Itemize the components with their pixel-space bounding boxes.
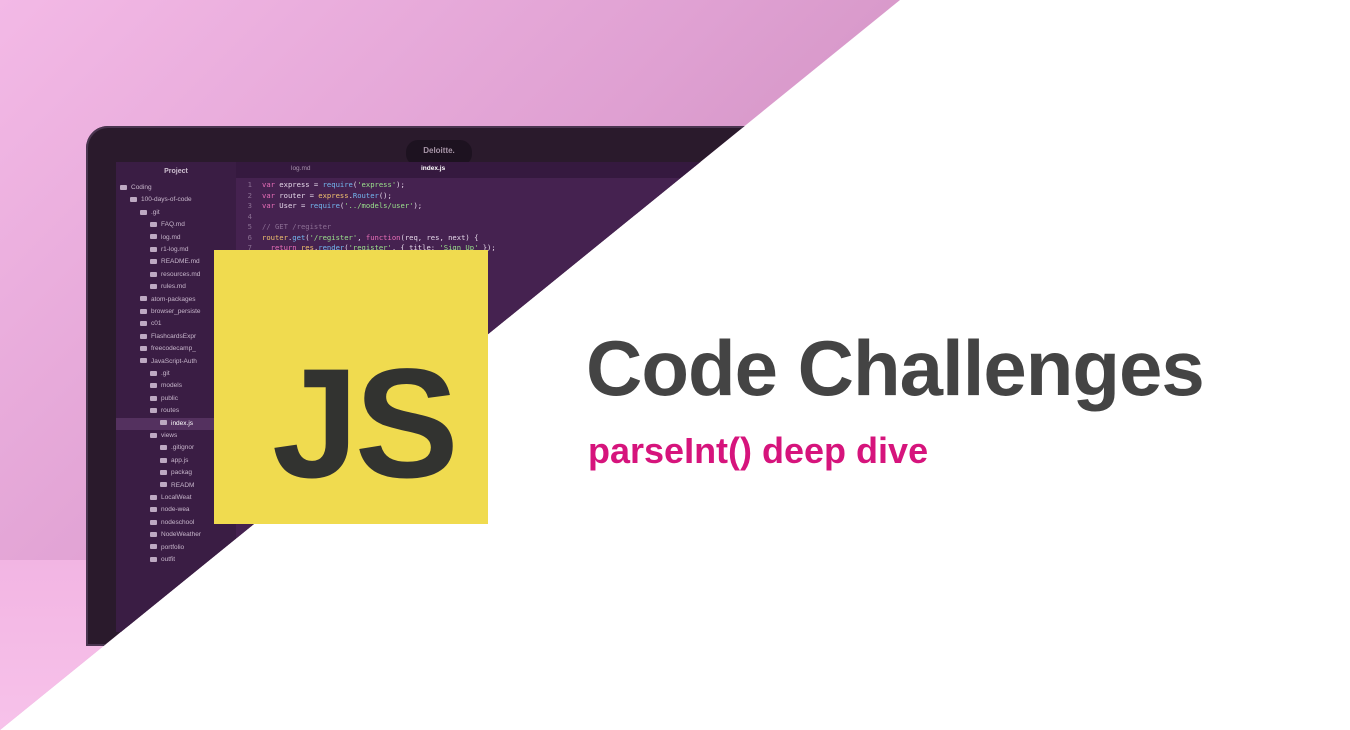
page-subtitle: parseInt() deep dive: [588, 430, 929, 471]
page-title: Code Challenges: [586, 324, 1205, 412]
tree-item-label: log.md: [161, 233, 181, 241]
tree-item: portfolio: [116, 542, 236, 554]
tree-item-label: freecodecamp_: [151, 345, 196, 353]
folder-icon: [150, 407, 157, 413]
tree-item-label: browser_persiste: [151, 308, 201, 315]
code-line: 2 var router = express.Router();: [236, 191, 392, 202]
folder-icon: [130, 197, 137, 203]
code-line: 4: [236, 212, 262, 223]
banner: Deloitte. Project Coding 100-days-of-code…: [0, 0, 1350, 730]
tree-item-label: app.js: [171, 456, 189, 464]
folder-icon: [150, 494, 157, 500]
file-icon: [160, 457, 167, 463]
folder-icon: [150, 507, 157, 513]
file-icon: [150, 271, 157, 277]
tree-item-label: outfit: [161, 556, 176, 563]
tree-item: 100-days-of-code: [116, 194, 236, 206]
code-text: // GET /register: [262, 222, 332, 231]
tree-item: NodeWeather: [116, 529, 236, 541]
tree-item-label: README.md: [161, 258, 200, 266]
folder-icon: [140, 358, 147, 364]
code-line: 1 var express = require('express');: [236, 180, 405, 191]
line-number: 6: [247, 232, 252, 242]
tab-index-js: index.js: [421, 165, 446, 172]
code-text: router.get('/register', function(req, re…: [262, 232, 479, 242]
tree-item-label: FAQ.md: [161, 221, 185, 229]
file-icon: [150, 234, 157, 240]
folder-icon: [150, 370, 157, 376]
file-icon: [160, 482, 167, 488]
file-icon: [160, 469, 167, 475]
code-text: var User = require('../models/user');: [262, 201, 423, 210]
sidebar-title: Project: [164, 168, 188, 175]
tab-log-md: log.md: [291, 165, 311, 172]
tree-item-label: 100-days-of-code: [141, 196, 192, 204]
tree-item-label: LocalWeat: [161, 494, 192, 501]
folder-icon: [150, 383, 157, 389]
folder-icon: [140, 333, 147, 339]
file-icon: [160, 445, 167, 451]
line-number: 4: [247, 211, 252, 221]
tree-item-label: Coding: [131, 184, 152, 191]
tree-item-label: atom-packages: [151, 295, 196, 303]
folder-icon: [120, 184, 127, 190]
tree-item-label: READM: [171, 481, 195, 489]
folder-icon: [150, 544, 157, 550]
tree-item-label: routes: [161, 407, 180, 415]
code-line: 5 // GET /register: [236, 222, 332, 233]
folder-icon: [150, 531, 157, 537]
tree-item-label: JavaScript-Auth: [151, 357, 197, 365]
tree-item-label: nodeschool: [161, 518, 195, 526]
file-icon: [150, 246, 157, 252]
folder-icon: [150, 432, 157, 438]
laptop-brand: Deloitte.: [423, 146, 455, 155]
tree-item-label: resources.md: [161, 270, 201, 278]
tree-item-label: .git: [161, 370, 170, 377]
line-number: 1: [247, 180, 252, 189]
tree-item-label: public: [161, 394, 178, 402]
line-number: 5: [247, 222, 252, 231]
file-icon: [160, 420, 167, 426]
tree-item: outfit: [116, 554, 236, 566]
tree-item-label: FlashcardsExpr: [151, 332, 197, 340]
code-line: 3 var User = require('../models/user');: [236, 201, 422, 212]
file-icon: [150, 259, 157, 265]
file-icon: [150, 221, 157, 227]
js-logo-text: JS: [272, 337, 459, 511]
folder-icon: [140, 321, 147, 327]
tree-item-label: r1-log.md: [161, 246, 189, 253]
folder-icon: [140, 345, 147, 351]
tree-item-label: .gitignor: [171, 444, 195, 452]
folder-icon: [150, 395, 157, 401]
code-line: 6 router.get('/register', function(req, r…: [236, 232, 479, 244]
line-number: 3: [247, 201, 252, 210]
folder-icon: [150, 556, 157, 562]
editor-tabbar: log.md index.js: [236, 162, 900, 178]
folder-icon: [140, 296, 147, 302]
tree-item: log.md: [116, 232, 236, 244]
code-text: var express = require('express');: [262, 180, 405, 189]
tree-item: Coding: [116, 182, 236, 194]
tree-item-label: .git: [151, 208, 160, 216]
tree-item-label: NodeWeather: [161, 531, 201, 539]
tree-item-label: models: [161, 382, 182, 390]
folder-icon: [150, 519, 157, 525]
tree-item-label: node-wea: [161, 506, 190, 514]
tree-item-label: packag: [171, 469, 192, 477]
file-icon: [150, 283, 157, 289]
js-logo: JS: [214, 250, 488, 524]
tree-item-label: views: [161, 432, 178, 439]
tree-item-label: rules.md: [161, 283, 186, 291]
tree-item-label: index.js: [171, 419, 194, 427]
code-text: var router = express.Router();: [262, 190, 392, 200]
folder-icon: [140, 308, 147, 314]
folder-icon: [140, 209, 147, 215]
tree-item: FAQ.md: [116, 219, 236, 231]
tree-item-label: c01: [151, 320, 162, 328]
tree-item-label: portfolio: [161, 543, 185, 551]
line-number: 2: [247, 190, 252, 200]
tree-item: .git: [116, 207, 236, 219]
